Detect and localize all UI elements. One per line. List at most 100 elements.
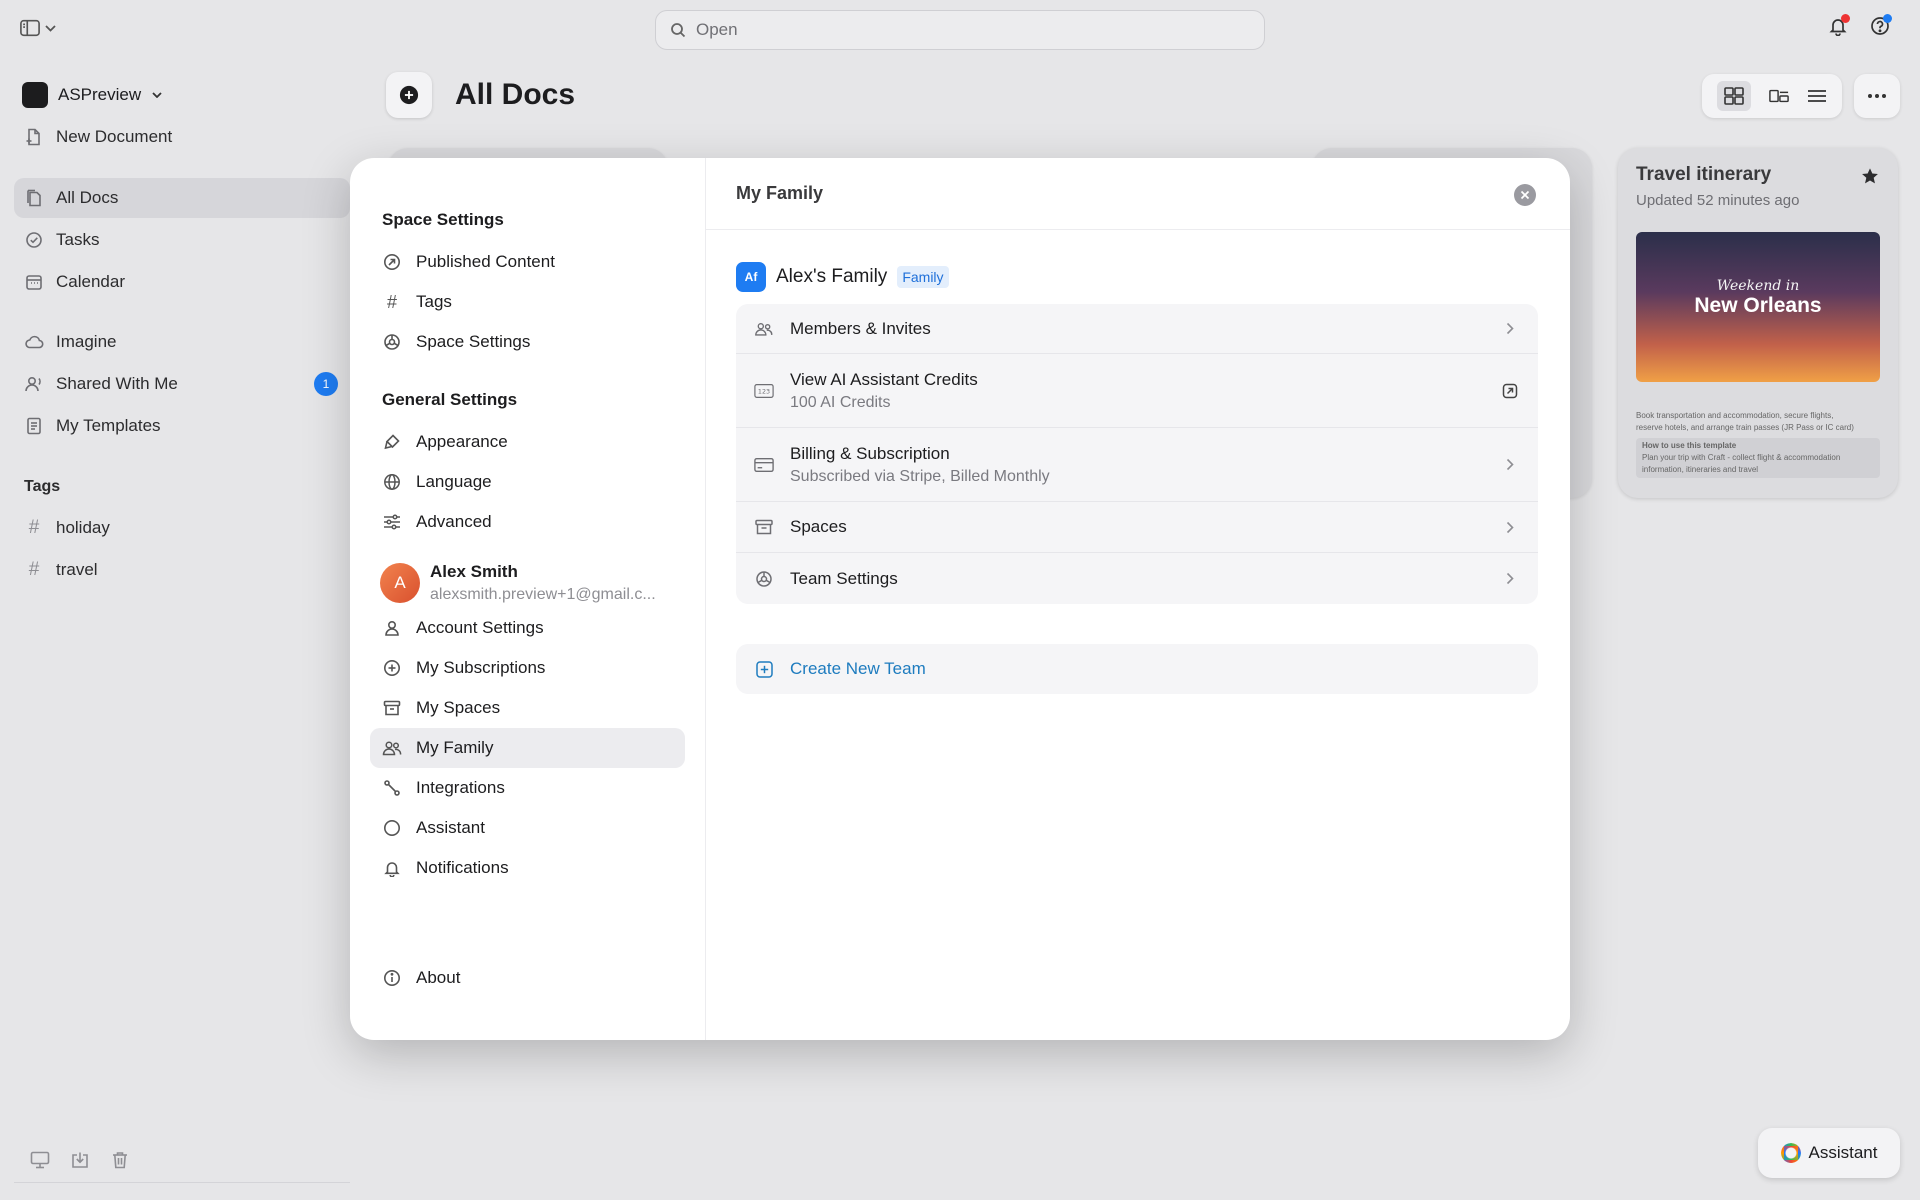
members-icon	[754, 319, 774, 339]
nav-item-label: Tags	[416, 292, 452, 311]
nav-item-tags[interactable]: # Tags	[370, 282, 685, 322]
plus-circle-icon	[399, 85, 419, 105]
sidebar-item-tasks[interactable]: Tasks	[14, 220, 350, 260]
cover-caption-large: New Orleans	[1694, 294, 1822, 317]
notifications-bell-icon[interactable]	[1828, 14, 1850, 36]
row-billing-subscription[interactable]: Billing & Subscription Subscribed via St…	[736, 428, 1538, 502]
create-new-team-button[interactable]: Create New Team	[736, 644, 1538, 694]
nav-item-language[interactable]: Language	[370, 462, 685, 502]
sidebar-item-my-templates[interactable]: My Templates	[14, 406, 350, 446]
hash-icon: #	[386, 291, 397, 312]
general-settings-group: General Settings Appearance Language Adv…	[370, 390, 685, 542]
sidebar-item-label: My Templates	[56, 416, 161, 435]
nav-item-my-subscriptions[interactable]: My Subscriptions	[370, 648, 685, 688]
preview-line: reserve hotels, and arrange train passes…	[1636, 423, 1854, 432]
card-updated: Updated 52 minutes ago	[1636, 192, 1800, 209]
more-options-button[interactable]	[1854, 74, 1900, 118]
add-document-button[interactable]	[386, 72, 432, 118]
credit-card-icon	[754, 455, 774, 475]
calendar-icon	[24, 272, 44, 292]
sidebar-item-label: Calendar	[56, 272, 125, 291]
nav-item-integrations[interactable]: Integrations	[370, 768, 685, 808]
nav-item-label: Appearance	[416, 432, 508, 451]
row-text: Members & Invites	[790, 319, 931, 339]
workspace-logo	[22, 82, 48, 108]
assistant-button[interactable]: Assistant	[1758, 1128, 1900, 1178]
row-spaces[interactable]: Spaces	[736, 502, 1538, 553]
sidebar-item-imagine[interactable]: Imagine	[14, 322, 350, 362]
row-label: Members & Invites	[790, 318, 931, 338]
assistant-button-label: Assistant	[1808, 1143, 1878, 1162]
nav-item-published-content[interactable]: Published Content	[370, 242, 685, 282]
preview-line: How to use this template	[1642, 441, 1737, 450]
sidebar-item-label: travel	[56, 560, 98, 579]
card-view-icon[interactable]	[1769, 86, 1789, 106]
star-icon[interactable]	[1860, 166, 1880, 186]
row-label: View AI Assistant Credits	[790, 369, 978, 389]
row-members-invites[interactable]: Members & Invites	[736, 304, 1538, 354]
nav-item-advanced[interactable]: Advanced	[370, 502, 685, 542]
gear-icon	[754, 569, 774, 589]
chevron-right-icon	[1500, 517, 1520, 537]
create-new-team-label: Create New Team	[790, 659, 926, 678]
brush-icon	[382, 432, 402, 452]
assistant-ring-icon	[1780, 1143, 1801, 1163]
external-link-icon	[1500, 381, 1520, 401]
hash-icon: #	[28, 559, 40, 580]
nav-item-account-settings[interactable]: Account Settings	[370, 608, 685, 648]
sidebar-item-shared-with-me[interactable]: Shared With Me 1	[14, 364, 350, 404]
plus-square-icon	[754, 659, 774, 679]
search-input[interactable]	[696, 20, 1216, 40]
sidebar-toggle-button[interactable]	[20, 18, 56, 38]
nav-item-label: Notifications	[416, 858, 509, 877]
nav-item-about[interactable]: About	[370, 958, 685, 998]
nav-item-label: About	[416, 968, 461, 987]
notification-dot	[1841, 14, 1850, 23]
cloud-icon	[24, 332, 44, 352]
list-view-icon[interactable]	[1807, 86, 1827, 106]
nav-item-my-family[interactable]: My Family	[370, 728, 685, 768]
chevron-right-icon	[1500, 569, 1520, 589]
nav-item-assistant[interactable]: Assistant	[370, 808, 685, 848]
integration-icon	[382, 778, 402, 798]
sidebar-item-all-docs[interactable]: All Docs	[14, 178, 350, 218]
nav-item-label: Language	[416, 472, 492, 491]
about-section: About	[370, 958, 685, 998]
chevron-down-icon	[151, 85, 163, 105]
nav-item-my-spaces[interactable]: My Spaces	[370, 688, 685, 728]
sidebar-divider	[14, 1182, 350, 1183]
nav-item-label: Integrations	[416, 778, 505, 797]
monitor-icon[interactable]	[30, 1150, 50, 1170]
sidebar-tag-holiday[interactable]: # holiday	[14, 508, 350, 548]
new-document-button[interactable]: New Document	[14, 117, 350, 157]
top-right-actions	[1828, 14, 1892, 36]
sidebar-item-calendar[interactable]: Calendar	[14, 262, 350, 302]
sidebar-tag-travel[interactable]: # travel	[14, 550, 350, 590]
user-name: Alex Smith	[430, 562, 518, 581]
check-circle-icon	[24, 230, 44, 250]
row-ai-assistant-credits[interactable]: 123 View AI Assistant Credits 100 AI Cre…	[736, 354, 1538, 428]
user-info: Alex Smith alexsmith.preview+1@gmail.c..…	[430, 562, 680, 604]
space-settings-heading: Space Settings	[382, 210, 504, 229]
grid-view-icon[interactable]	[1717, 81, 1751, 111]
card-preview-text: Book transportation and accommodation, s…	[1636, 410, 1880, 478]
document-card-travel-itinerary[interactable]: Travel itinerary Updated 52 minutes ago …	[1618, 148, 1898, 498]
search-bar[interactable]	[655, 10, 1265, 50]
row-team-settings[interactable]: Team Settings	[736, 553, 1538, 604]
workspace-name: ASPreview	[58, 85, 142, 104]
trash-icon[interactable]	[110, 1150, 130, 1170]
nav-item-notifications[interactable]: Notifications	[370, 848, 685, 888]
import-icon[interactable]	[70, 1150, 90, 1170]
user-icon	[382, 618, 402, 638]
credits-counter-icon: 123	[754, 381, 774, 401]
close-button[interactable]	[1514, 184, 1536, 206]
sidebar-item-label: Imagine	[56, 332, 117, 351]
help-icon[interactable]	[1870, 14, 1892, 36]
nav-item-appearance[interactable]: Appearance	[370, 422, 685, 462]
subscription-icon	[382, 658, 402, 678]
info-icon	[382, 968, 402, 988]
nav-item-space-settings[interactable]: Space Settings	[370, 322, 685, 362]
avatar: A	[380, 563, 420, 603]
nav-item-label: Assistant	[416, 818, 485, 837]
workspace-switcher[interactable]: ASPreview	[22, 82, 163, 108]
